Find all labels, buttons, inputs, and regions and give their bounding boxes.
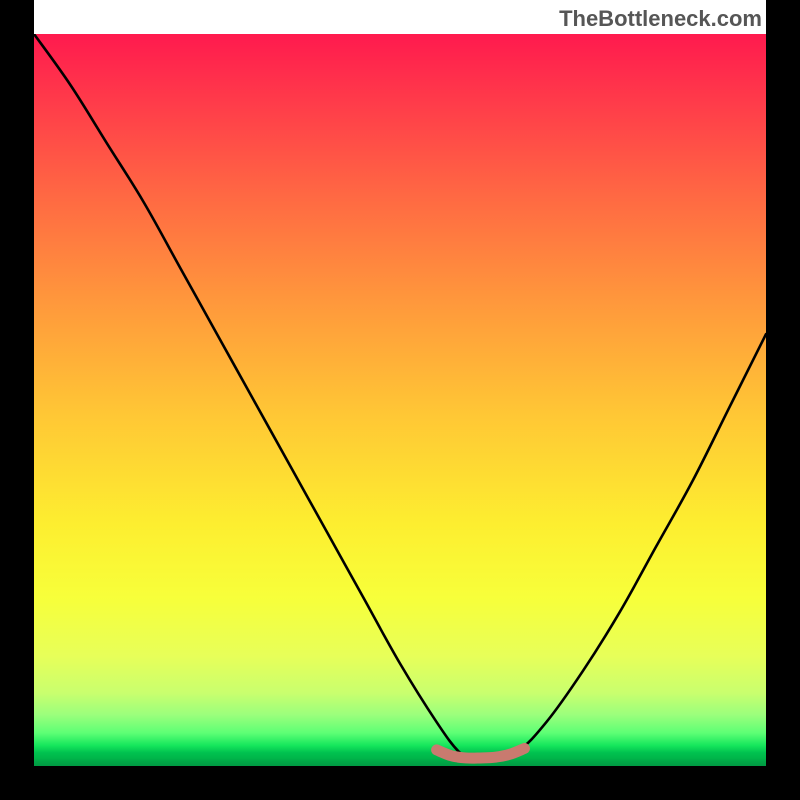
overlay-svg <box>34 34 766 766</box>
frame-border-right <box>766 0 800 800</box>
watermark-text: TheBottleneck.com <box>559 6 762 32</box>
plot-area <box>34 34 766 766</box>
chart-frame: TheBottleneck.com <box>0 0 800 800</box>
bottleneck-curve <box>34 34 766 760</box>
frame-border-bottom <box>0 766 800 800</box>
frame-border-left <box>0 0 34 800</box>
sweet-spot-segment <box>437 748 525 758</box>
